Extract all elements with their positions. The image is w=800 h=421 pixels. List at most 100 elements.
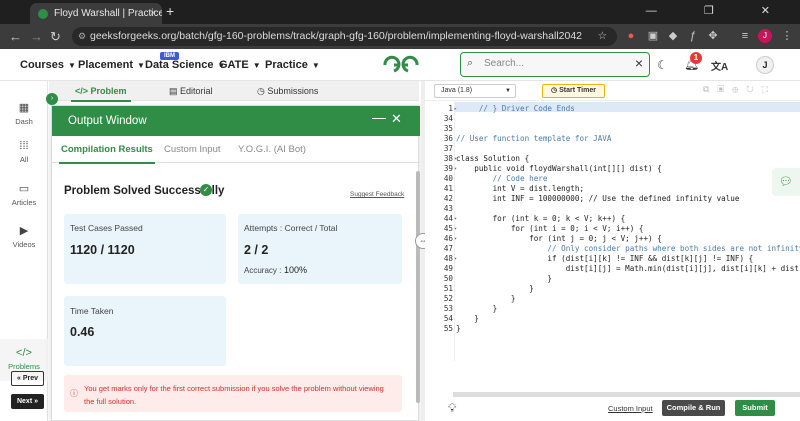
book-icon: ▭ xyxy=(18,183,30,195)
chevron-down-icon: ▼ xyxy=(137,61,145,70)
output-scrollbar[interactable] xyxy=(416,171,420,403)
gfg-logo-icon[interactable] xyxy=(383,54,419,76)
clear-search-icon[interactable]: × xyxy=(635,55,643,71)
custom-input-link[interactable]: Custom Input xyxy=(608,404,653,413)
line-number: 36 xyxy=(443,134,453,143)
extension-icon[interactable]: ◆ xyxy=(666,29,680,43)
time-taken-card: Time Taken 0.46 xyxy=(64,296,226,366)
start-timer-button[interactable]: ◷ Start Timer xyxy=(542,84,605,98)
line-number: 51 xyxy=(443,284,453,293)
nav-gate[interactable]: GATE ▼ xyxy=(219,59,261,71)
line-number: 48 xyxy=(443,254,453,263)
time-taken-value: 0.46 xyxy=(70,325,95,339)
code-line: // User function template for JAVA xyxy=(456,134,612,143)
line-number: 50 xyxy=(443,274,453,283)
time-taken-label: Time Taken xyxy=(70,306,114,316)
output-window-header: Output Window — ✕ xyxy=(52,106,420,136)
puzzle-icon[interactable]: ✥ xyxy=(706,29,720,43)
minimize-icon[interactable]: — xyxy=(372,109,386,125)
editor-footer: 💡︎ Custom Input Compile & Run Submit xyxy=(425,397,800,421)
grid-icon: ⁞⁞⁞ xyxy=(19,140,29,152)
nav-data-science[interactable]: Data Science ▼ xyxy=(145,59,225,71)
chat-icon[interactable]: 💬︎ xyxy=(772,168,800,196)
profile-avatar[interactable]: J xyxy=(758,29,772,43)
line-number: 43 xyxy=(443,204,453,213)
lightbulb-icon[interactable]: 💡︎ xyxy=(448,401,456,416)
sidebar-item-articles[interactable]: ▭ Articles xyxy=(0,182,48,207)
line-number: 46 xyxy=(443,234,453,243)
sidebar-item-videos[interactable]: ▶ Videos xyxy=(0,224,48,249)
timer-icon: ◷ xyxy=(551,87,560,94)
code-line: } xyxy=(456,304,498,313)
line-number: 34 xyxy=(443,114,453,123)
extension-icon[interactable]: ● xyxy=(624,29,638,43)
expand-panel-icon[interactable]: › xyxy=(46,93,58,105)
tab-submissions[interactable]: ◷ Submissions xyxy=(257,86,318,97)
nav-courses[interactable]: Courses ▼ xyxy=(20,59,76,71)
new-tab-icon[interactable]: + xyxy=(166,3,174,19)
editor-tool-icons[interactable]: ⧉▣⊕↻⛶ xyxy=(703,84,776,95)
bookmark-star-icon[interactable]: ☆ xyxy=(598,27,607,46)
nav-placement[interactable]: Placement ▼ xyxy=(78,59,145,71)
line-number: 39 xyxy=(443,164,453,173)
editor-toolbar: Java (1.8) ▼ ◷ Start Timer ⧉▣⊕↻⛶ xyxy=(425,81,800,101)
sidebar-item-all[interactable]: ⁞⁞⁞ All xyxy=(0,140,48,164)
code-line: class Solution { xyxy=(456,154,530,163)
forward-icon[interactable]: → xyxy=(30,29,43,44)
line-number: 49 xyxy=(443,264,453,273)
tab-close-icon[interactable]: × xyxy=(150,3,156,24)
next-button[interactable]: Next » xyxy=(11,394,44,409)
reload-icon[interactable]: ↻ xyxy=(50,29,61,45)
code-line: int INF = 100000000; // Use the defined … xyxy=(456,194,740,203)
compile-run-button[interactable]: Compile & Run xyxy=(662,400,725,416)
warning-banner: ⓘ You get marks only for the first corre… xyxy=(64,375,402,412)
test-cases-label: Test Cases Passed xyxy=(70,223,143,233)
user-avatar[interactable]: J xyxy=(756,56,774,74)
code-line: // } Driver Code Ends xyxy=(456,104,575,113)
reading-list-icon[interactable]: ≡ xyxy=(738,29,752,43)
window-controls[interactable]: — ❐ ✕ xyxy=(646,4,792,17)
back-icon[interactable]: ← xyxy=(9,29,22,44)
output-tabs: Compilation Results Custom Input Y.O.G.I… xyxy=(52,136,420,164)
code-line: // Only consider paths where both sides … xyxy=(456,244,800,253)
tab-problem[interactable]: </> Problem xyxy=(71,86,131,102)
close-icon[interactable]: ✕ xyxy=(391,111,402,127)
browser-tab[interactable]: Floyd Warshall | Practice | GeeksforGeek… xyxy=(30,3,162,24)
code-line: } xyxy=(456,314,479,323)
search-input[interactable]: ⌕ Search... × xyxy=(460,52,650,77)
translate-icon[interactable]: 文A xyxy=(711,58,728,73)
line-number: 37 xyxy=(443,144,453,153)
video-icon: ▶ xyxy=(19,225,29,237)
language-select[interactable]: Java (1.8) ▼ xyxy=(434,84,516,98)
menu-icon[interactable]: ⋮ xyxy=(780,29,794,43)
tab-editorial[interactable]: ▤ Editorial xyxy=(169,86,213,97)
tab-compilation-results[interactable]: Compilation Results xyxy=(59,144,155,164)
suggest-feedback-link[interactable]: Suggest Feedback xyxy=(350,191,404,198)
code-line: } xyxy=(456,294,516,303)
line-number: 44 xyxy=(443,214,453,223)
site-settings-icon[interactable]: ⚙ xyxy=(78,27,86,46)
chevron-down-icon: ▼ xyxy=(68,61,76,70)
extension-icon[interactable]: ▣ xyxy=(646,29,660,43)
tab-yogi-ai-bot[interactable]: Y.O.G.I. (AI Bot) xyxy=(238,144,306,155)
line-number: 52 xyxy=(443,294,453,303)
code-line: if (dist[i][k] != INF && dist[k][j] != I… xyxy=(456,254,754,263)
nav-practice[interactable]: Practice ▼ xyxy=(265,59,320,71)
sidebar-item-dash[interactable]: ▦ Dash xyxy=(0,101,48,126)
line-number: 53 xyxy=(443,304,453,313)
code-line: } xyxy=(456,274,553,283)
submit-button[interactable]: Submit xyxy=(735,400,775,416)
function-icon[interactable]: ƒ xyxy=(686,29,700,43)
tab-custom-input[interactable]: Custom Input xyxy=(164,144,221,155)
accuracy-value: 100% xyxy=(284,265,308,275)
code-line: for (int k = 0; k < V; k++) { xyxy=(456,214,626,223)
prev-button[interactable]: « Prev xyxy=(11,371,44,386)
code-editor[interactable]: 1 ▸ // } Driver Code Ends 34 35 36// User fu… xyxy=(425,101,800,391)
url-input[interactable]: ⚙ geeksforgeeks.org/batch/gfg-160-proble… xyxy=(72,27,617,46)
output-window: Output Window — ✕ Compilation Results Cu… xyxy=(51,105,420,421)
dark-mode-icon[interactable]: ☾ xyxy=(657,58,668,72)
info-icon: ⓘ xyxy=(70,389,78,398)
code-line: for (int j = 0; j < V; j++) { xyxy=(456,234,662,243)
line-number: 38 xyxy=(443,154,453,163)
attempts-value: 2 / 2 xyxy=(244,243,269,257)
